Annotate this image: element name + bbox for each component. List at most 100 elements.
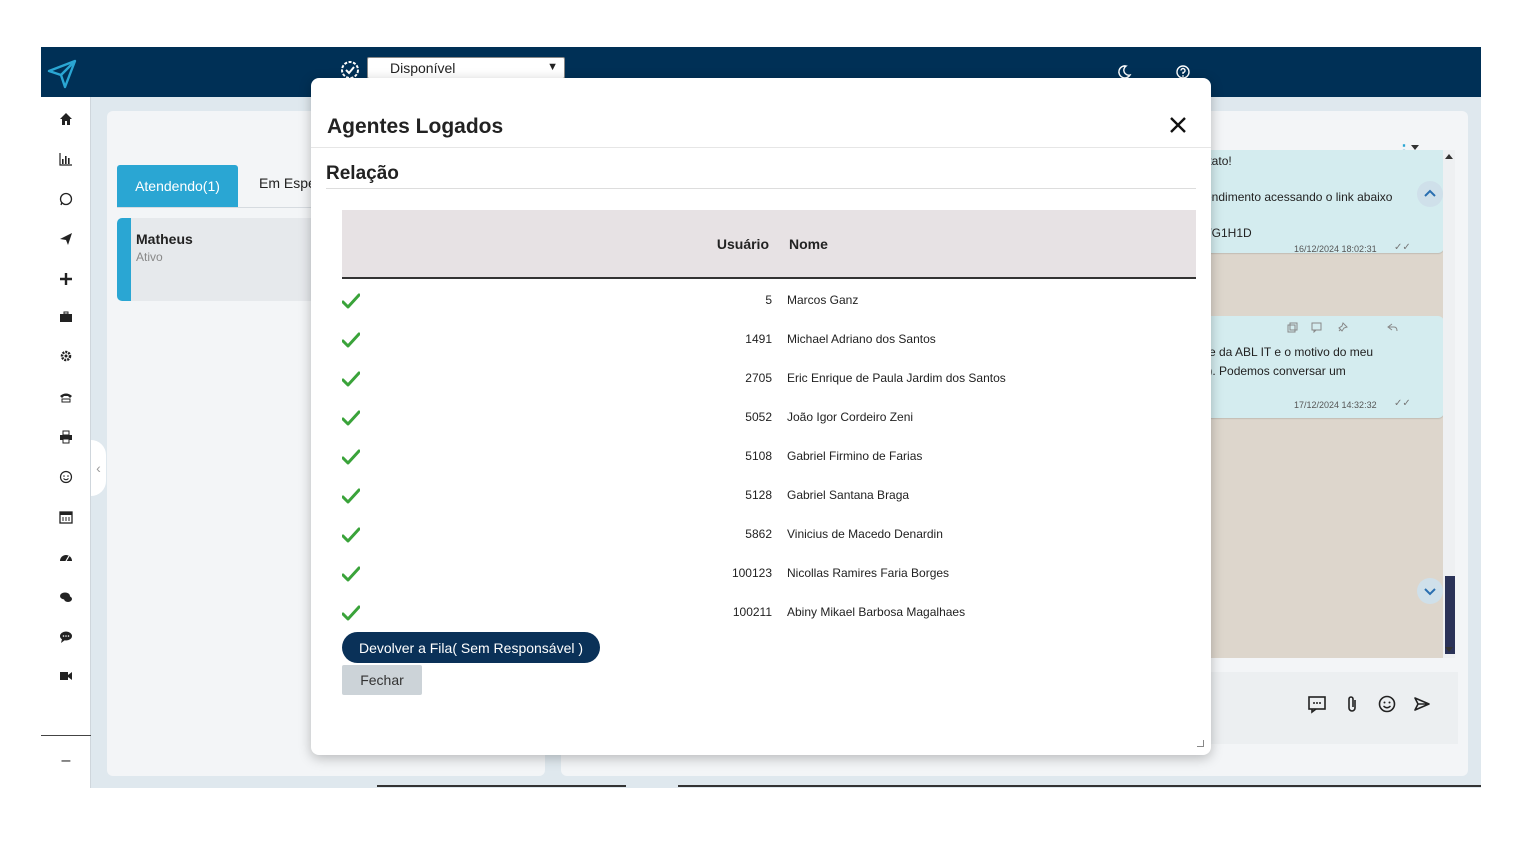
video-camera-icon[interactable] [54,664,78,688]
table-row: 100123 Nicollas Ramires Faria Borges [342,554,1196,593]
check-icon [342,332,360,348]
table-row: 5 Marcos Ganz [342,281,1196,320]
briefcase-icon[interactable] [54,305,78,329]
status-select-value: Disponível [390,60,456,76]
row-nome: Nicollas Ramires Faria Borges [787,566,950,580]
smiley-icon[interactable] [54,465,78,489]
check-icon [342,527,360,543]
column-header-nome: Nome [789,236,828,252]
modal-header-divider [311,147,1211,148]
row-nome: Gabriel Santana Braga [787,488,910,502]
send-icon[interactable] [54,227,78,251]
row-usuario: 100211 [732,605,772,619]
copy-icon[interactable] [1287,322,1298,333]
row-usuario: 5128 [745,488,772,502]
plus-icon[interactable] [54,267,78,291]
bottom-divider [678,785,1481,787]
row-nome: Abiny Mikael Barbosa Magalhaes [787,605,966,619]
modal-title: Agentes Logados [327,115,504,138]
scroll-up-button[interactable] [1417,181,1443,207]
table-row: 5108 Gabriel Firmino de Farias [342,437,1196,476]
calendar-icon[interactable] [54,505,78,529]
contact-name: Matheus [136,231,193,247]
dashboard-icon[interactable] [54,545,78,569]
check-icon [342,566,360,582]
message-line: orte da ABL IT e o motivo do meu [1195,345,1374,359]
gear-icon[interactable] [54,344,78,368]
message-timestamp: 17/12/2024 14:32:32 [1294,400,1377,410]
check-icon [342,410,360,426]
message-line: atendimento acessando o link abaixo [1195,190,1393,204]
chevron-down-icon [1424,588,1436,596]
paper-plane-logo-icon[interactable] [45,57,79,91]
chevron-down-icon: ▼ [547,61,558,73]
row-nome: Eric Enrique de Paula Jardim dos Santos [787,371,1006,385]
agents-modal: Agentes Logados Relação Usuário Nome 5 Ma… [311,78,1211,755]
chat-scrollbar[interactable] [1443,150,1455,658]
sidebar-collapse-toggle[interactable]: ‹ [91,440,106,496]
row-nome: Michael Adriano dos Santos [787,332,936,346]
emoji-icon[interactable] [1377,694,1397,714]
check-icon [342,371,360,387]
whatsapp-icon[interactable] [54,187,78,211]
comment-icon[interactable] [1311,322,1322,333]
row-usuario: 5862 [745,527,772,541]
printer-icon[interactable] [54,425,78,449]
row-nome: João Igor Cordeiro Zeni [787,410,914,424]
bottom-divider [377,785,626,787]
section-title: Relação [326,163,399,184]
check-icon [342,449,360,465]
sidebar: – [41,97,91,788]
row-usuario: 5 [765,293,772,307]
contact-status: Ativo [136,250,163,264]
table-row: 5052 João Igor Cordeiro Zeni [342,398,1196,437]
pin-icon[interactable] [1337,322,1348,333]
row-nome: Vinicius de Macedo Denardin [787,527,943,541]
comments-icon[interactable] [54,585,78,609]
contact-card[interactable]: Matheus Ativo [117,218,317,301]
home-icon[interactable] [54,107,78,131]
row-usuario: 1491 [745,332,772,346]
row-nome: Marcos Ganz [787,293,859,307]
scrollbar-down-arrow-icon[interactable] [1445,647,1453,652]
table-header: Usuário Nome [342,210,1196,279]
message-timestamp: 16/12/2024 18:02:31 [1294,244,1377,254]
row-usuario: 5052 [745,410,772,424]
scrollbar-up-arrow-icon[interactable] [1445,154,1453,159]
tab-em-espera[interactable]: Em Espe [259,175,316,191]
status-select[interactable]: Disponível ▼ [367,57,565,79]
tab-atendendo[interactable]: Atendendo(1) [117,165,238,207]
column-header-usuario: Usuário [716,236,769,252]
row-usuario: 100123 [731,566,772,580]
message-bubble: orte da ABL IT e o motivo do meu da). Po… [1191,316,1444,418]
sidebar-divider [41,735,91,736]
row-usuario: 5108 [745,449,772,463]
row-nome: Gabriel Firmino de Farias [787,449,923,463]
phone-icon[interactable] [54,385,78,409]
table-row: 5128 Gabriel Santana Braga [342,476,1196,515]
chevron-left-icon: ‹ [96,460,101,476]
section-divider [326,188,1196,189]
scroll-down-button[interactable] [1417,578,1443,604]
minimize-sidebar-button[interactable]: – [54,749,78,773]
bar-chart-icon[interactable] [54,147,78,171]
paperclip-icon[interactable] [1342,694,1362,714]
message-bubble: ontato! atendimento acessando o link aba… [1191,150,1444,254]
return-to-queue-button[interactable]: Devolver a Fila( Sem Responsável ) [342,632,600,663]
close-icon[interactable] [1168,115,1188,135]
check-icon [342,488,360,504]
resize-handle-icon[interactable] [1197,740,1204,747]
quick-reply-icon[interactable] [1307,694,1327,714]
check-icon [342,605,360,621]
check-icon [342,293,360,309]
row-usuario: 2705 [745,371,772,385]
double-check-icon: ✓✓ [1394,242,1411,253]
send-message-icon[interactable] [1412,694,1432,714]
scrollbar-thumb[interactable] [1445,576,1455,654]
table-row: 5862 Vinicius de Macedo Denardin [342,515,1196,554]
reply-icon[interactable] [1387,322,1398,333]
chevron-up-icon [1424,189,1436,197]
double-check-icon: ✓✓ [1394,398,1411,409]
chat-bubble-icon[interactable] [54,625,78,649]
close-button[interactable]: Fechar [342,665,422,695]
